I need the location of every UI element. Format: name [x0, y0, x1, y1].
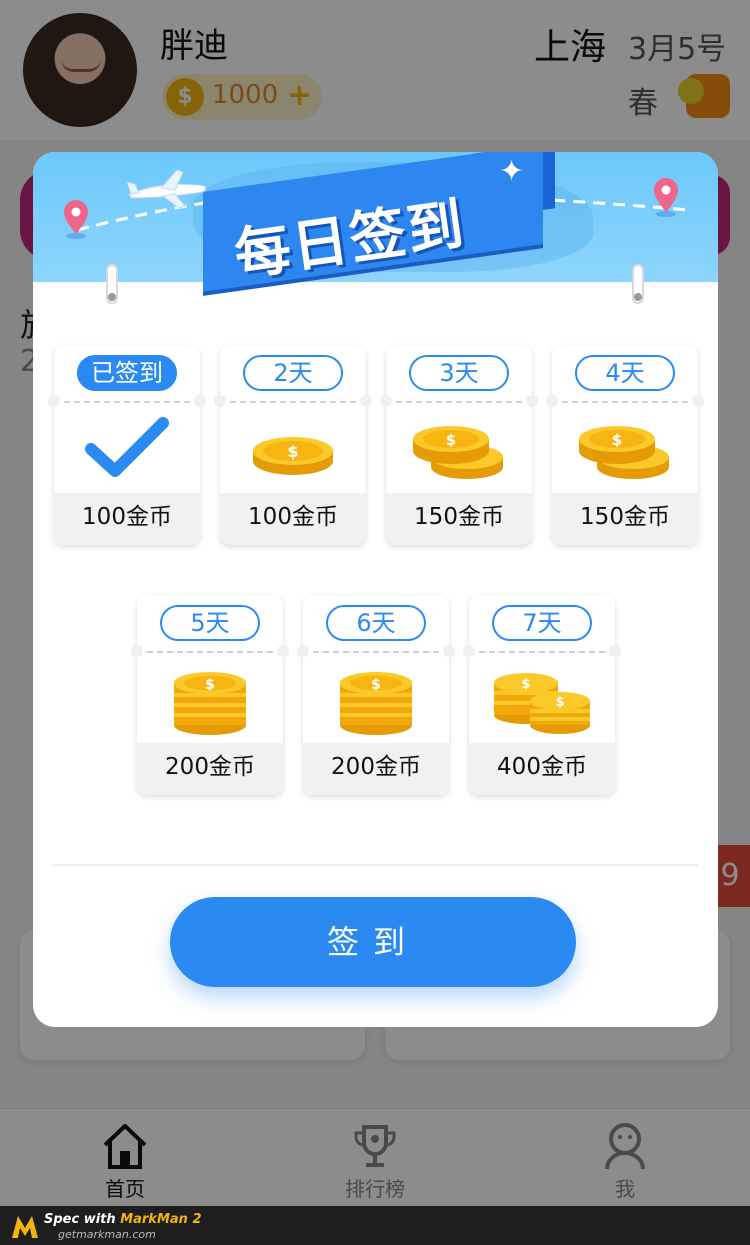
modal-divider — [53, 864, 698, 866]
card-divider — [479, 651, 605, 653]
card-divider — [230, 401, 356, 403]
checkin-day-4[interactable]: 4天 $ 150金币 — [546, 345, 704, 545]
day-badge: 5天 — [160, 605, 260, 641]
card-notch — [692, 395, 704, 407]
card-notch — [48, 395, 60, 407]
card-notch — [194, 395, 206, 407]
coin-icon: $ — [253, 437, 333, 475]
card-top: 已签到 — [48, 345, 206, 493]
day-badge: 4天 — [575, 355, 675, 391]
checkin-day-7[interactable]: 7天 $ $ 400金币 — [463, 595, 621, 795]
svg-text:$: $ — [521, 677, 530, 692]
calendar-ring — [632, 264, 644, 304]
svg-text:$: $ — [612, 431, 622, 449]
card-top: 3天 $ — [380, 345, 538, 493]
calendar-ring — [106, 264, 118, 304]
svg-text:$: $ — [371, 677, 381, 693]
signed-badge: 已签到 — [77, 355, 177, 391]
reward-label: 100金币 — [54, 493, 200, 545]
footer-title-prefix: Spec with — [44, 1212, 121, 1227]
day-badge: 2天 — [243, 355, 343, 391]
card-notch — [546, 395, 558, 407]
coin-stack-icon: $ — [174, 672, 246, 735]
card-top: 5天 $ — [131, 595, 289, 743]
sign-in-button[interactable]: 签到 — [170, 897, 576, 987]
coin-stack-icon: $ — [340, 672, 412, 735]
reward-label: 100金币 — [220, 493, 366, 545]
footer-url: getmarkman.com — [58, 1228, 156, 1241]
card-divider — [147, 651, 273, 653]
svg-text:$: $ — [205, 677, 215, 693]
card-notch — [297, 645, 309, 657]
checkin-day-3[interactable]: 3天 $ 150金币 — [380, 345, 538, 545]
coin-stacks-icon: $ $ — [494, 673, 590, 734]
card-top: 6天 $ — [297, 595, 455, 743]
footer-title-accent: MarkMan 2 — [120, 1212, 202, 1227]
location-pin-icon — [64, 200, 88, 239]
card-notch — [360, 395, 372, 407]
card-notch — [609, 645, 621, 657]
checkin-day-1[interactable]: 已签到 100金币 — [48, 345, 206, 545]
card-notch — [443, 645, 455, 657]
card-divider — [313, 651, 439, 653]
reward-label: 200金币 — [303, 743, 449, 795]
coins-icon: $ — [579, 426, 669, 479]
daily-checkin-modal: 每日签到 ✦ 已签到 100金币 2天 $ 100金币 3天 $ 150金币 4… — [33, 152, 718, 1027]
card-divider — [396, 401, 522, 403]
card-notch — [526, 395, 538, 407]
markman-logo-icon — [12, 1216, 38, 1238]
svg-text:$: $ — [287, 442, 298, 461]
day-badge: 7天 — [492, 605, 592, 641]
footer-title: Spec with MarkMan 2 — [44, 1212, 202, 1227]
markman-footer: Spec with MarkMan 2 getmarkman.com — [0, 1206, 750, 1245]
day-badge: 3天 — [409, 355, 509, 391]
modal-banner: 每日签到 ✦ — [33, 152, 718, 292]
card-top: 7天 $ $ — [463, 595, 621, 743]
card-divider — [562, 401, 688, 403]
card-divider — [64, 401, 190, 403]
checkin-day-5[interactable]: 5天 $ 200金币 — [131, 595, 289, 795]
card-notch — [131, 645, 143, 657]
reward-label: 150金币 — [552, 493, 698, 545]
day-badge: 6天 — [326, 605, 426, 641]
card-notch — [214, 395, 226, 407]
reward-label: 150金币 — [386, 493, 532, 545]
card-top: 2天 $ — [214, 345, 372, 493]
sparkle-icon: ✦ — [499, 154, 525, 189]
svg-text:$: $ — [446, 431, 456, 449]
reward-label: 400金币 — [469, 743, 615, 795]
coins-icon: $ — [413, 426, 503, 479]
checkin-day-6[interactable]: 6天 $ 200金币 — [297, 595, 455, 795]
card-notch — [277, 645, 289, 657]
reward-label: 200金币 — [137, 743, 283, 795]
checkmark-icon — [85, 417, 169, 477]
card-top: 4天 $ — [546, 345, 704, 493]
airplane-icon — [126, 169, 207, 209]
location-pin-icon — [654, 178, 678, 217]
card-notch — [463, 645, 475, 657]
svg-text:$: $ — [555, 695, 564, 710]
card-notch — [380, 395, 392, 407]
checkin-day-2[interactable]: 2天 $ 100金币 — [214, 345, 372, 545]
